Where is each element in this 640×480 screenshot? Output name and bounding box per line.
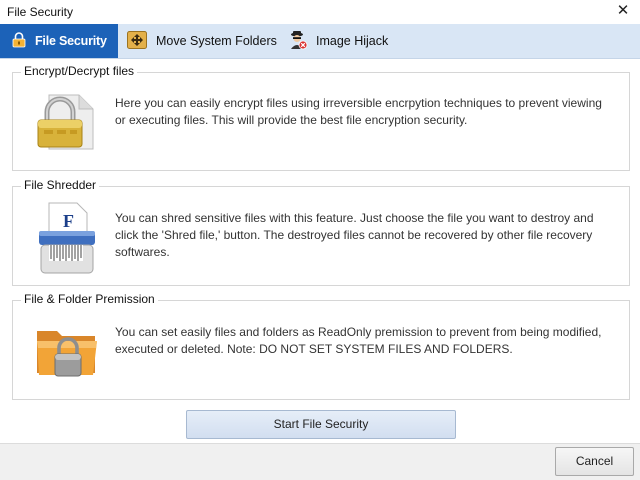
lock-shield-icon xyxy=(12,31,26,51)
start-file-security-button[interactable]: Start File Security xyxy=(186,410,456,439)
file-folder-permission-section[interactable]: File & Folder Premission You can set eas… xyxy=(12,292,630,400)
tab-label: Image Hijack xyxy=(316,34,389,48)
section-title: Encrypt/Decrypt files xyxy=(21,64,138,78)
cancel-button[interactable]: Cancel xyxy=(555,447,634,476)
window-title: File Security xyxy=(7,5,74,19)
tab-label: Move System Folders xyxy=(156,34,277,48)
tab-file-security[interactable]: File Security xyxy=(0,24,118,58)
shredder-icon: F xyxy=(35,201,99,278)
close-icon[interactable]: ✕ xyxy=(606,0,640,24)
dialog-footer xyxy=(0,443,640,480)
file-shredder-section[interactable]: File Shredder F You can shred sensitive … xyxy=(12,178,630,286)
section-title: File Shredder xyxy=(21,178,100,192)
title-bar: File Security ✕ xyxy=(0,0,640,25)
encrypt-decrypt-section[interactable]: Encrypt/Decrypt files Here you can easil… xyxy=(12,64,630,171)
section-description: You can set easily files and folders as … xyxy=(115,325,602,356)
tab-image-hijack[interactable]: Image Hijack xyxy=(288,24,388,58)
tab-label: File Security xyxy=(35,34,107,48)
locked-folder-icon xyxy=(35,321,101,384)
tab-move-system-folders[interactable]: Move System Folders xyxy=(127,24,277,58)
svg-text:F: F xyxy=(63,211,74,231)
tab-bar: File Security Move System Folders Image … xyxy=(0,24,640,59)
section-description: You can shred sensitive files with this … xyxy=(115,211,594,259)
hijacker-icon xyxy=(288,30,308,53)
section-title: File & Folder Premission xyxy=(21,292,158,306)
section-description: Here you can easily encrypt files using … xyxy=(115,96,602,127)
move-arrows-icon xyxy=(127,30,147,52)
padlock-icon xyxy=(35,91,99,156)
